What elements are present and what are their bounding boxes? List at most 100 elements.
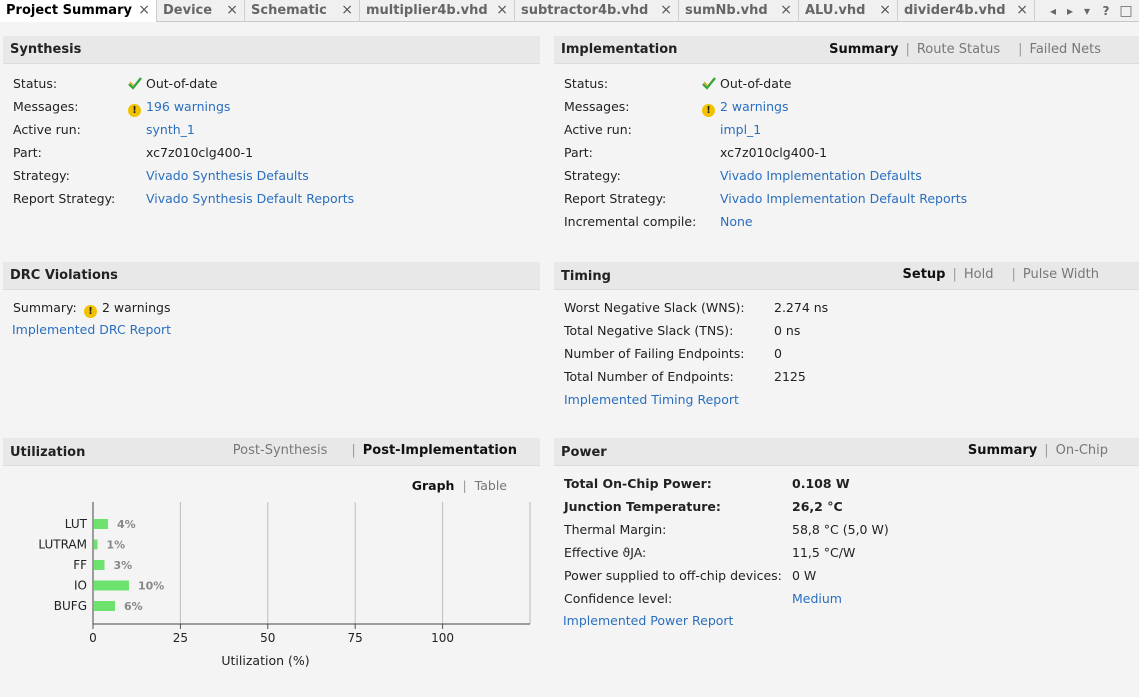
tab-multiplier4b[interactable]: multiplier4b.vhd × [360,0,515,22]
strategy-link[interactable]: Vivado Synthesis Defaults [146,167,309,185]
close-icon[interactable]: × [660,0,672,21]
active-run-link[interactable]: impl_1 [720,121,761,139]
wns-row: Worst Negative Slack (WNS): 2.274 ns [554,299,1139,317]
power-summary-link[interactable]: Summary [968,438,1037,463]
panel-title: Timing [561,269,611,284]
tab-schematic[interactable]: Schematic × [245,0,360,22]
confidence-link[interactable]: Medium [792,590,842,608]
synthesis-panel: Synthesis Status: Out-of-date Messages: … [3,36,540,246]
tab-device[interactable]: Device × [157,0,245,22]
tab-sumnb[interactable]: sumNb.vhd × [679,0,799,22]
close-icon[interactable]: × [496,0,508,21]
active-run-row: Active run: synth_1 [3,121,540,139]
scroll-left-icon[interactable]: ◂ [1046,0,1060,22]
tab-project-summary[interactable]: Project Summary × [0,0,157,22]
x-tick-label: 100 [431,631,454,645]
tab-label: subtractor4b.vhd [521,3,649,18]
row-label: Messages: [564,99,630,114]
graph-table-switcher: Graph | Table [412,477,507,495]
scroll-right-icon[interactable]: ▸ [1063,0,1077,22]
hold-link[interactable]: Hold [964,262,994,287]
timing-report-link[interactable]: Implemented Timing Report [564,391,739,409]
x-tick-label: 50 [260,631,275,645]
warnings-link[interactable]: 2 warnings [720,99,789,114]
total-endpoints-row: Total Number of Endpoints: 2125 [554,368,1139,386]
tab-divider4b[interactable]: divider4b.vhd × [898,0,1035,22]
warning-icon: ! [84,305,97,318]
warning-icon: ! [702,104,715,117]
row-value: ! 2 warnings [702,98,789,117]
close-icon[interactable]: × [138,0,150,21]
close-icon[interactable]: × [341,0,353,21]
x-axis-label: Utilization (%) [221,653,309,668]
close-icon[interactable]: × [1016,0,1028,21]
row-label: Total Number of Endpoints: [564,369,734,384]
route-status-link[interactable]: Route Status [917,36,1000,64]
on-chip-link[interactable]: On-Chip [1056,438,1108,463]
effective-theta-row: Effective ϑJA: 11,5 °C/W [554,544,1139,562]
row-label: Report Strategy: [13,191,116,206]
tab-subtractor4b[interactable]: subtractor4b.vhd × [515,0,679,22]
help-icon[interactable]: ? [1099,0,1113,22]
tns-value: 0 ns [774,323,801,338]
close-icon[interactable]: × [226,0,238,21]
report-strategy-link[interactable]: Vivado Implementation Default Reports [720,190,967,208]
active-run-link[interactable]: synth_1 [146,121,195,139]
check-icon [702,77,716,90]
failed-nets-link[interactable]: Failed Nets [1030,36,1101,64]
panel-header: DRC Violations [3,262,540,290]
junction-temp-row: Junction Temperature: 26,2 °C [554,498,1139,516]
strategy-link[interactable]: Vivado Implementation Defaults [720,167,922,185]
view-switcher: Summary | On-Chip [968,438,1108,466]
total-endpoints-value: 2125 [774,369,806,384]
report-strategy-link[interactable]: Vivado Synthesis Default Reports [146,190,354,208]
close-icon[interactable]: × [879,0,891,21]
row-label: Messages: [13,99,79,114]
timing-panel: Timing Setup | Hold | Pulse Width Worst Nega… [554,262,1139,422]
pulse-width-link[interactable]: Pulse Width [1023,262,1099,287]
category-label: LUT [65,517,88,531]
row-value: Out-of-date [702,75,791,93]
thermal-margin-row: Thermal Margin: 58,8 °C (5,0 W) [554,521,1139,539]
part-row: Part: xc7z010clg400-1 [3,144,540,162]
row-label: Junction Temperature: [564,499,721,514]
maximize-icon[interactable]: □ [1118,0,1134,22]
separator: | [1018,42,1023,57]
post-synthesis-link[interactable]: Post-Synthesis [233,438,328,463]
category-label: BUFG [54,599,87,613]
warning-icon: ! [128,104,141,117]
x-tick-label: 25 [173,631,188,645]
row-label: Thermal Margin: [564,522,667,537]
utilization-bar-chart: 0 25 50 75 100 LUT 4% LUTRAM 1% FF 3% IO 10% BUFG 6% Ut… [38,502,531,668]
part-value: xc7z010clg400-1 [146,145,254,160]
active-run-row: Active run: impl_1 [554,121,1139,139]
incremental-compile-link[interactable]: None [720,213,753,231]
tns-row: Total Negative Slack (TNS): 0 ns [554,322,1139,340]
setup-link[interactable]: Setup [903,262,946,287]
row-label: Worst Negative Slack (WNS): [564,300,745,315]
utilization-panel: Utilization Post-Synthesis | Post-Implemen… [3,438,540,693]
tab-label: sumNb.vhd [685,3,768,18]
row-label: Total Negative Slack (TNS): [564,323,734,338]
row-label: Active run: [13,122,81,137]
row-value: ! 2 warnings [84,299,171,318]
junction-temp-value: 26,2 °C [792,499,843,514]
offchip-power-value: 0 W [792,568,817,583]
table-link[interactable]: Table [475,478,507,493]
warnings-link[interactable]: 196 warnings [146,99,230,114]
power-report-link[interactable]: Implemented Power Report [563,612,733,630]
panel-title: Synthesis [10,42,82,57]
close-icon[interactable]: × [780,0,792,21]
tab-list-icon[interactable]: ▾ [1080,0,1094,22]
power-panel: Power Summary | On-Chip Total On-Chip Powe… [554,438,1139,693]
row-label: Summary: [13,300,77,315]
graph-link[interactable]: Graph [412,478,455,493]
bar [94,519,108,529]
offchip-power-row: Power supplied to off-chip devices: 0 W [554,567,1139,585]
drc-report-link[interactable]: Implemented DRC Report [12,321,171,339]
post-implementation-link[interactable]: Post-Implementation [363,438,517,463]
tab-alu[interactable]: ALU.vhd × [799,0,898,22]
bar-value-label: 4% [117,518,136,531]
summary-link[interactable]: Summary [829,36,898,64]
category-label: LUTRAM [38,538,87,552]
